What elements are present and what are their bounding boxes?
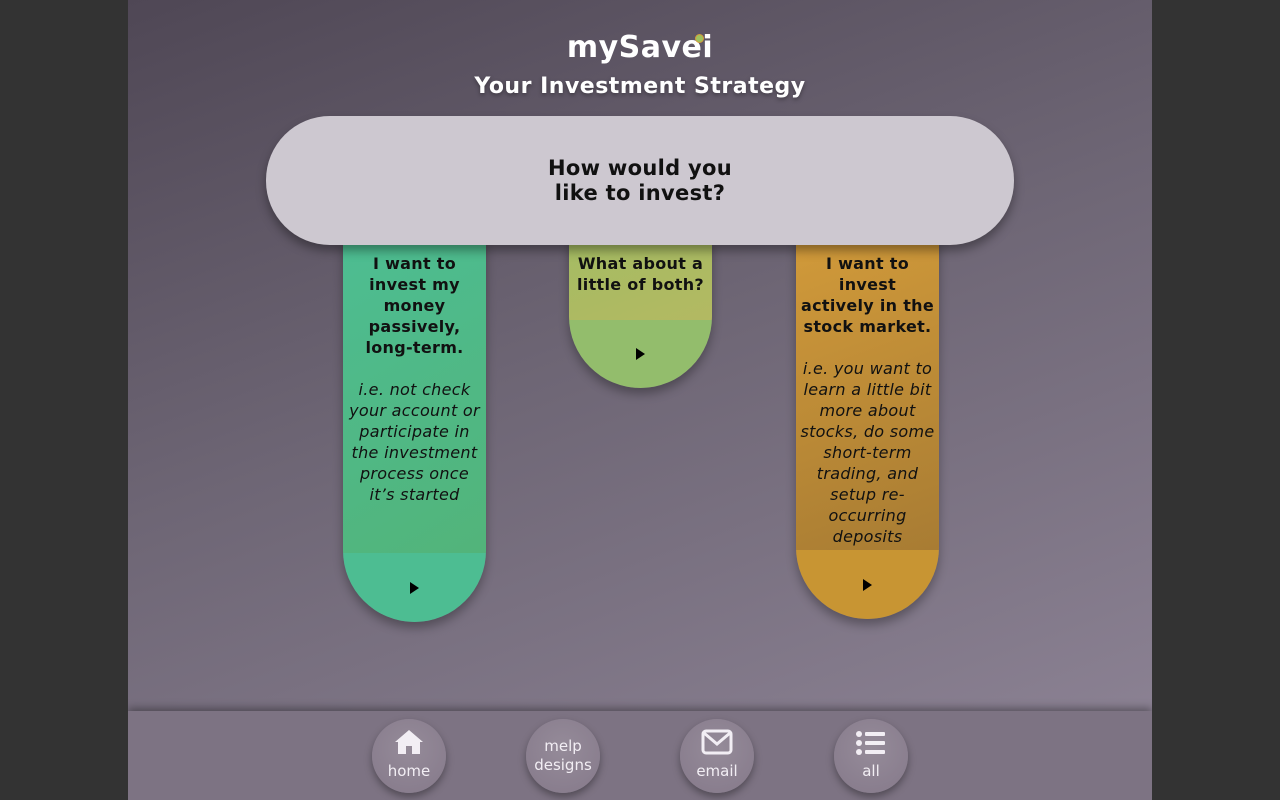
question-text: How would you like to invest? — [548, 155, 732, 205]
option-passive-title: I want to invest my money passively, lon… — [365, 254, 464, 357]
nav-email-button[interactable]: email — [680, 719, 754, 793]
play-icon[interactable] — [410, 581, 419, 594]
app-screen: mySavei Your Investment Strategy How wou… — [128, 0, 1152, 800]
option-passive-body: I want to invest my money passively, lon… — [343, 238, 486, 553]
option-active-description: i.e. you want to learn a little bit more… — [800, 359, 935, 546]
option-both-select-button[interactable] — [569, 320, 712, 388]
option-active-card[interactable]: I want to invest actively in the stock m… — [796, 238, 939, 619]
page-title: Your Investment Strategy — [474, 74, 806, 99]
question-card: How would you like to invest? — [266, 116, 1014, 245]
option-passive-description: i.e. not check your account or participa… — [349, 380, 480, 504]
play-icon[interactable] — [863, 578, 872, 591]
option-active-select-button[interactable] — [796, 550, 939, 619]
bottom-nav: home melp designs email all — [128, 711, 1152, 800]
option-both-body: What about a little of both? — [569, 238, 712, 320]
home-icon — [372, 728, 446, 756]
option-both-title: What about a little of both? — [577, 254, 704, 294]
nav-home-button[interactable]: home — [372, 719, 446, 793]
list-icon — [834, 729, 908, 757]
nav-all-button[interactable]: all — [834, 719, 908, 793]
option-active-body: I want to invest actively in the stock m… — [796, 238, 939, 550]
nav-melp-label-line2: designs — [534, 756, 592, 774]
envelope-icon — [680, 729, 754, 755]
option-passive-card[interactable]: I want to invest my money passively, lon… — [343, 238, 486, 622]
nav-all-label: all — [862, 762, 880, 780]
nav-melp-designs-button[interactable]: melp designs — [526, 719, 600, 793]
nav-melp-label-line1: melp — [544, 737, 582, 755]
option-passive-select-button[interactable] — [343, 553, 486, 622]
option-both-card[interactable]: What about a little of both? — [569, 238, 712, 388]
option-active-title: I want to invest actively in the stock m… — [800, 254, 934, 336]
brand-dot-icon — [695, 34, 704, 43]
nav-email-label: email — [696, 762, 738, 780]
nav-home-label: home — [387, 762, 431, 780]
brand-logo: mySavei — [566, 30, 714, 65]
play-icon[interactable] — [636, 348, 645, 360]
